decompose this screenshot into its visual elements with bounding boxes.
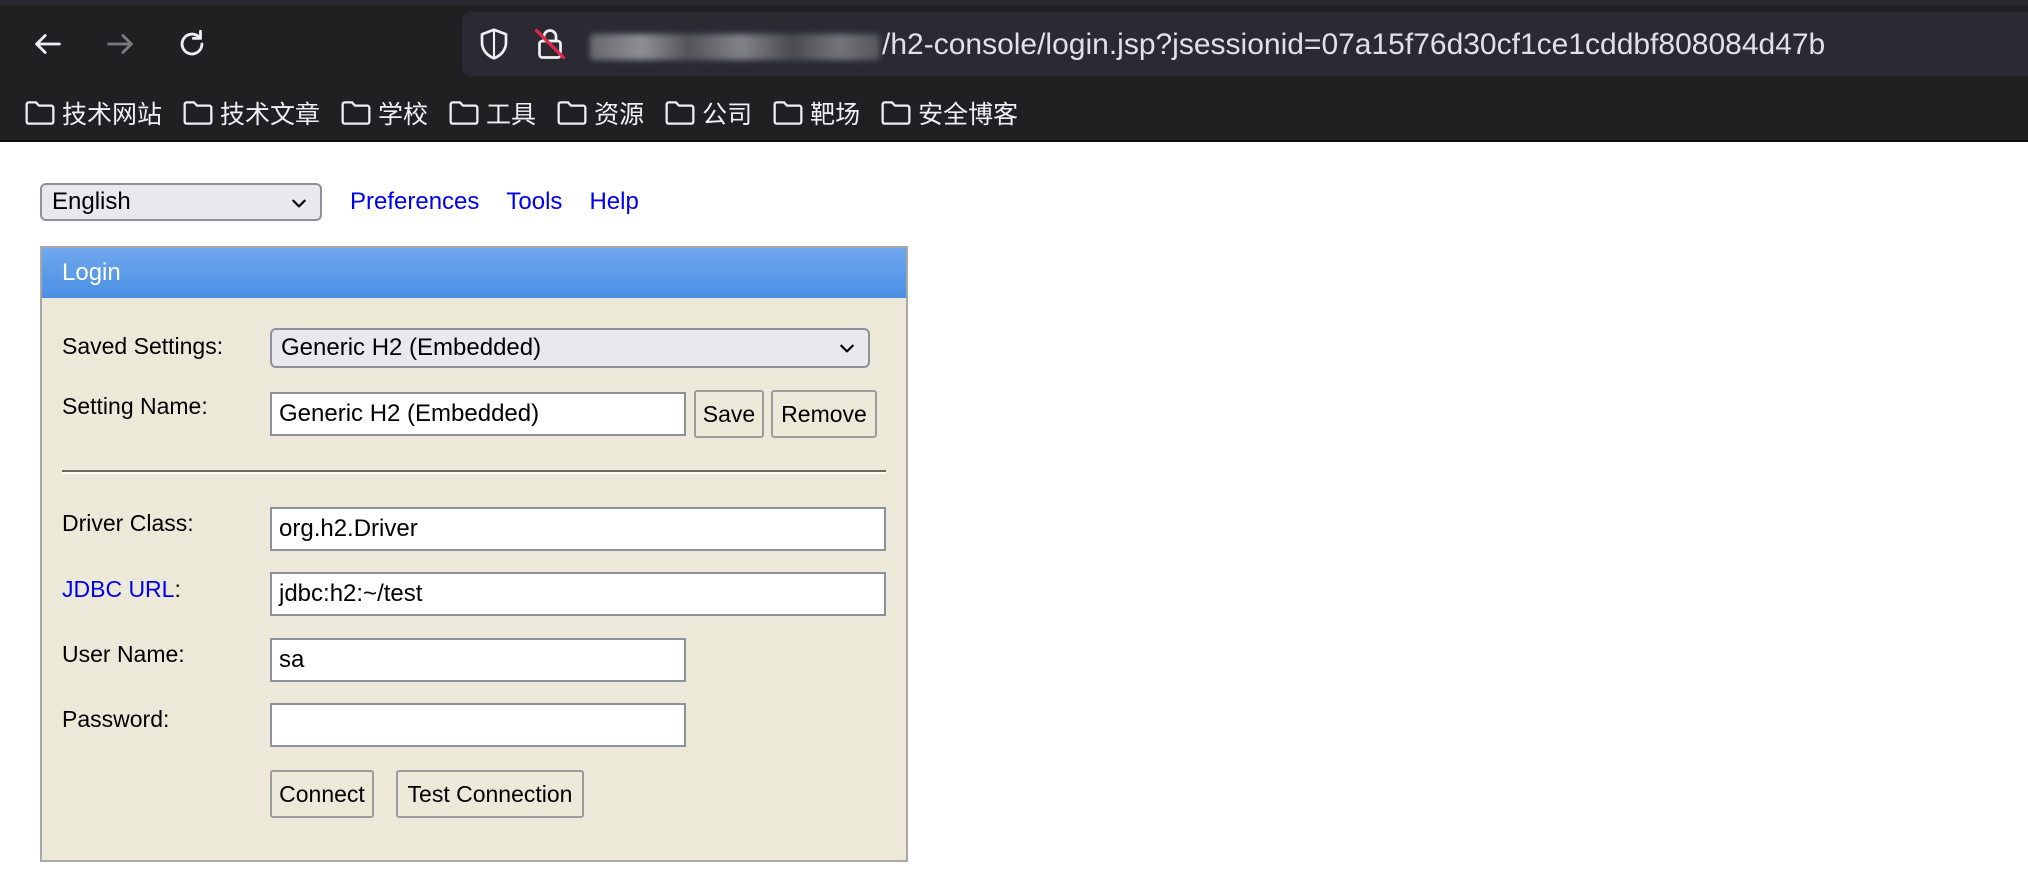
password-label: Password: [62,706,170,732]
preferences-link[interactable]: Preferences [350,188,479,216]
insecure-lock-icon[interactable] [532,26,568,62]
bookmark-folder[interactable]: 工具 [448,90,536,136]
user-name-input[interactable]: sa [270,638,686,682]
redacted-host [590,34,880,60]
forward-button[interactable] [98,22,142,66]
test-connection-button[interactable]: Test Connection [396,770,584,818]
remove-button[interactable]: Remove [771,390,877,438]
driver-class-input[interactable]: org.h2.Driver [270,507,886,551]
connect-button[interactable]: Connect [270,770,374,818]
setting-name-label: Setting Name: [62,393,208,419]
language-select[interactable]: English [40,183,322,221]
password-input[interactable] [270,703,686,747]
bookmark-folder[interactable]: 安全博客 [880,90,1018,136]
chrome-divider [0,140,2028,142]
bookmark-label: 安全博客 [918,101,1019,129]
bookmark-label: 技术文章 [220,101,321,129]
bookmark-folder[interactable]: 技术网站 [24,90,162,136]
bookmark-folder[interactable]: 公司 [664,90,752,136]
language-value: English [52,188,131,215]
back-arrow-icon [35,34,61,54]
bookmark-folder[interactable]: 靶场 [772,90,860,136]
console-toolbar: English Preferences Tools Help [40,182,639,222]
login-title: Login [42,248,906,298]
tab-strip-edge [0,0,2028,5]
jdbc-url-link[interactable]: JDBC URL [62,576,174,602]
jdbc-url-colon: : [174,576,181,602]
reload-icon [180,29,204,56]
reload-button[interactable] [170,22,214,66]
login-panel: Login Saved Settings: Generic H2 (Embedd… [40,246,908,862]
user-name-label: User Name: [62,641,185,667]
saved-settings-label: Saved Settings: [62,333,224,359]
address-bar[interactable]: /h2-console/login.jsp?jsessionid=07a15f7… [462,12,2028,76]
bookmark-folder[interactable]: 学校 [340,90,428,136]
save-button[interactable]: Save [694,390,764,438]
bookmark-label: 公司 [702,101,753,129]
folder-icon [557,101,587,125]
forward-arrow-icon [107,34,133,54]
setting-name-input[interactable]: Generic H2 (Embedded) [270,392,686,436]
folder-icon [25,101,55,125]
shield-icon[interactable] [476,26,512,62]
bookmark-folder[interactable]: 资源 [556,90,644,136]
url-text[interactable]: /h2-console/login.jsp?jsessionid=07a15f7… [882,25,1825,65]
bookmark-folder[interactable]: 技术文章 [182,90,320,136]
chevron-down-icon [292,199,306,208]
help-link[interactable]: Help [589,188,638,216]
jdbc-url-input[interactable]: jdbc:h2:~/test [270,572,886,616]
folder-icon [773,101,803,125]
bookmark-label: 技术网站 [62,101,163,129]
bookmark-label: 靶场 [810,101,861,129]
chevron-down-icon [840,344,854,353]
driver-class-label: Driver Class: [62,510,194,536]
bookmarks-bar: 技术网站 技术文章 学校 工具 资源 公司 靶场 安全博客 [0,90,1038,136]
tools-link[interactable]: Tools [506,188,562,216]
saved-settings-value: Generic H2 (Embedded) [281,334,542,361]
folder-icon [665,101,695,125]
folder-icon [341,101,371,125]
folder-icon [881,101,911,125]
bookmark-label: 工具 [486,101,537,129]
folder-icon [183,101,213,125]
bookmark-label: 资源 [594,101,645,129]
separator [62,470,886,474]
jdbc-url-label-row: JDBC URL: [62,576,181,603]
folder-icon [449,101,479,125]
browser-chrome: /h2-console/login.jsp?jsessionid=07a15f7… [0,0,2028,142]
back-button[interactable] [26,22,70,66]
bookmark-label: 学校 [378,101,429,129]
saved-settings-select[interactable]: Generic H2 (Embedded) [270,328,870,368]
